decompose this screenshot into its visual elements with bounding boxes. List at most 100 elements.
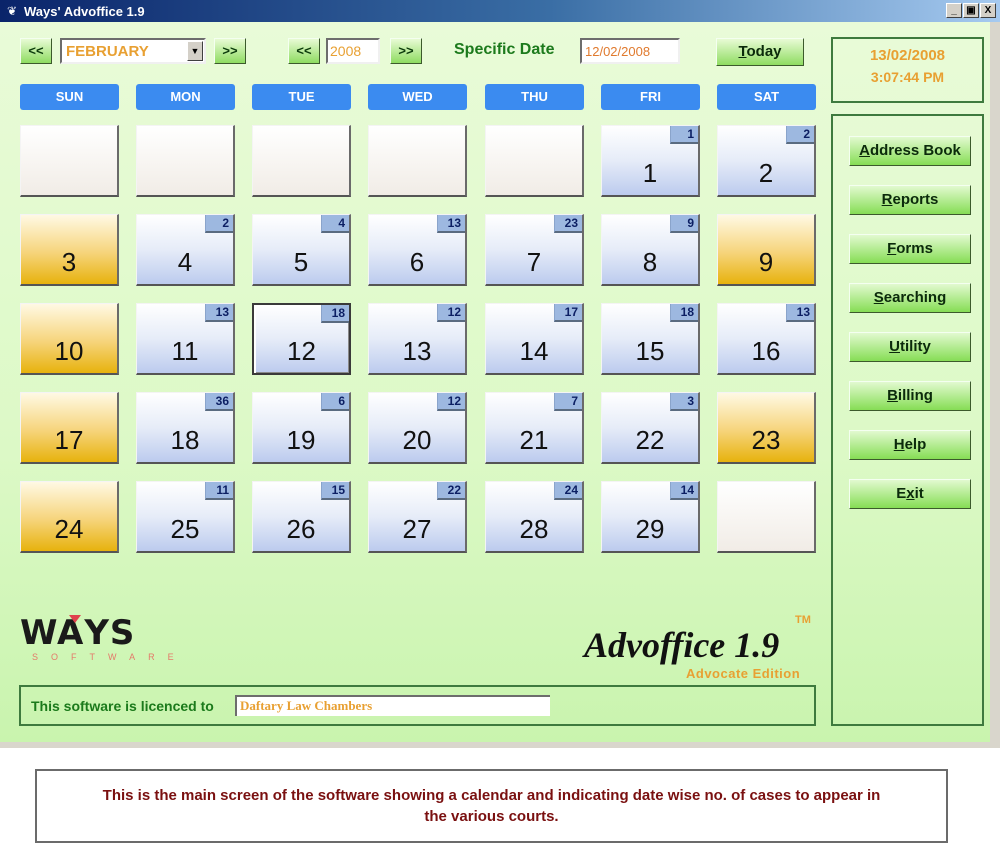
utility-button[interactable]: Utility xyxy=(849,332,971,362)
caption-box: This is the main screen of the software … xyxy=(35,769,948,843)
month-select[interactable]: FEBRUARY ▼ xyxy=(60,38,206,64)
day-cell-18[interactable]: 36 18 xyxy=(136,392,235,464)
case-count-badge: 4 xyxy=(321,215,349,233)
day-cell-7[interactable]: 23 7 xyxy=(485,214,584,286)
specific-date-input[interactable]: 12/02/2008 xyxy=(580,38,680,64)
product-edition: Advocate Edition xyxy=(686,666,801,681)
specific-date-label: Specific Date xyxy=(454,41,555,58)
exit-button[interactable]: Exit xyxy=(849,479,971,509)
title-bar: ❦ Ways' Advoffice 1.9 _ ▣ X xyxy=(0,0,1000,22)
empty-day-cell[interactable] xyxy=(20,125,119,197)
ways-software-logo: WAYS SOFTWARE xyxy=(20,616,187,662)
address-book-button[interactable]: Address Book xyxy=(849,136,971,166)
day-cell-25[interactable]: 11 25 xyxy=(136,481,235,553)
billing-button[interactable]: Billing xyxy=(849,381,971,411)
day-number: 21 xyxy=(519,425,549,455)
case-count-badge: 1 xyxy=(670,126,698,144)
day-cell-21[interactable]: 7 21 xyxy=(485,392,584,464)
day-cell-15[interactable]: 18 15 xyxy=(601,303,700,375)
day-cell-22[interactable]: 3 22 xyxy=(601,392,700,464)
next-year-button[interactable]: >> xyxy=(390,38,422,64)
day-cell-27[interactable]: 22 27 xyxy=(368,481,467,553)
empty-day-cell[interactable] xyxy=(368,125,467,197)
caption-text: This is the main screen of the software … xyxy=(102,787,881,825)
next-month-button[interactable]: >> xyxy=(214,38,246,64)
day-cell-23[interactable]: 23 xyxy=(717,392,816,464)
day-cell-6[interactable]: 13 6 xyxy=(368,214,467,286)
prev-year-button[interactable]: << xyxy=(288,38,320,64)
day-cell-1[interactable]: 11 xyxy=(601,125,700,197)
case-count-badge: 23 xyxy=(554,215,582,233)
case-count-badge: 22 xyxy=(437,482,465,500)
window-controls: _ ▣ X xyxy=(946,3,996,18)
year-input[interactable]: 2008 xyxy=(326,38,380,64)
button-accelerator-key: R xyxy=(881,191,893,208)
day-cell-17[interactable]: 17 xyxy=(20,392,119,464)
button-label: ddress Book xyxy=(869,142,961,159)
forms-button[interactable]: Forms xyxy=(849,234,971,264)
licence-holder-field[interactable]: Daftary Law Chambers xyxy=(235,695,550,716)
product-title: Advoffice 1.9 xyxy=(584,625,780,665)
day-number: 23 xyxy=(751,425,781,455)
case-count-badge: 24 xyxy=(554,482,582,500)
searching-button[interactable]: Searching xyxy=(849,283,971,313)
day-cell-4[interactable]: 24 xyxy=(136,214,235,286)
day-cell-16[interactable]: 13 16 xyxy=(717,303,816,375)
day-number: 26 xyxy=(286,514,316,544)
minimize-button[interactable]: _ xyxy=(946,3,962,18)
day-cell-8[interactable]: 98 xyxy=(601,214,700,286)
day-number: 29 xyxy=(635,514,665,544)
day-cell-14[interactable]: 17 14 xyxy=(485,303,584,375)
day-number: 27 xyxy=(402,514,432,544)
day-cell-19[interactable]: 6 19 xyxy=(252,392,351,464)
empty-day-cell[interactable] xyxy=(717,481,816,553)
today-button[interactable]: Today xyxy=(716,38,804,66)
button-accelerator-key: S xyxy=(873,289,884,306)
chevron-down-icon[interactable]: ▼ xyxy=(187,41,203,61)
button-label: it xyxy=(914,485,924,502)
day-cell-12[interactable]: 18 12 xyxy=(252,303,351,375)
day-cell-11[interactable]: 13 11 xyxy=(136,303,235,375)
case-count-badge: 7 xyxy=(554,393,582,411)
button-label-prefix: E xyxy=(896,485,907,502)
day-cell-3[interactable]: 3 xyxy=(20,214,119,286)
button-label: earching xyxy=(883,289,947,306)
day-cell-26[interactable]: 15 26 xyxy=(252,481,351,553)
case-count-badge: 17 xyxy=(554,304,582,322)
day-cell-29[interactable]: 14 29 xyxy=(601,481,700,553)
button-accelerator-key: F xyxy=(887,240,897,257)
day-cell-20[interactable]: 12 20 xyxy=(368,392,467,464)
empty-day-cell[interactable] xyxy=(136,125,235,197)
close-button[interactable]: X xyxy=(980,3,996,18)
logo-letters-2: A xyxy=(56,613,85,653)
day-number: 2 xyxy=(758,158,774,188)
day-cell-9[interactable]: 9 xyxy=(717,214,816,286)
day-number: 28 xyxy=(519,514,549,544)
button-accelerator-key: U xyxy=(889,338,900,355)
day-cell-10[interactable]: 10 xyxy=(20,303,119,375)
prev-month-button[interactable]: << xyxy=(20,38,52,64)
licence-panel: This software is licenced to Daftary Law… xyxy=(19,685,816,726)
case-count-badge: 2 xyxy=(205,215,233,233)
empty-day-cell[interactable] xyxy=(485,125,584,197)
day-cell-2[interactable]: 22 xyxy=(717,125,816,197)
day-number: 20 xyxy=(402,425,432,455)
restore-button[interactable]: ▣ xyxy=(963,3,979,18)
day-number: 16 xyxy=(751,336,781,366)
help-button[interactable]: Help xyxy=(849,430,971,460)
day-cell-28[interactable]: 24 28 xyxy=(485,481,584,553)
day-number: 15 xyxy=(635,336,665,366)
day-cell-24[interactable]: 24 xyxy=(20,481,119,553)
day-cell-13[interactable]: 12 13 xyxy=(368,303,467,375)
window-border-right xyxy=(990,22,1000,748)
current-date: 13/02/2008 xyxy=(869,47,946,64)
button-accelerator-key: A xyxy=(859,142,870,159)
reports-button[interactable]: Reports xyxy=(849,185,971,215)
case-count-badge: 13 xyxy=(786,304,814,322)
empty-day-cell[interactable] xyxy=(252,125,351,197)
day-cell-5[interactable]: 45 xyxy=(252,214,351,286)
weekday-header-sat: SAT xyxy=(717,84,816,110)
button-label: elp xyxy=(904,436,927,453)
app-logo-icon: ❦ xyxy=(6,4,18,18)
case-count-badge: 6 xyxy=(321,393,349,411)
